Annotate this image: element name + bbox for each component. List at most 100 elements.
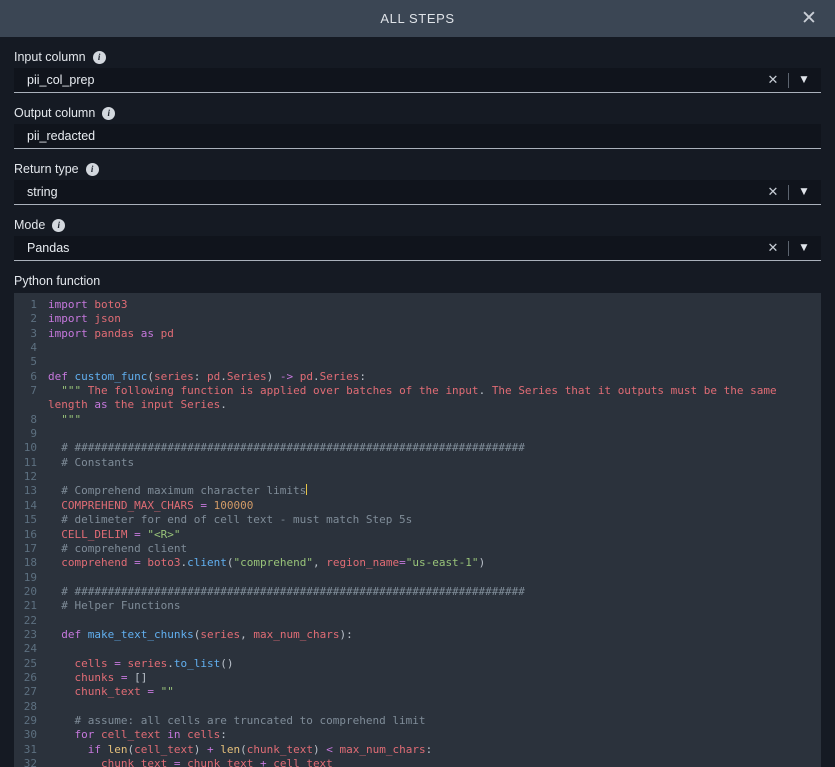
code-text[interactable]: import boto3 [48,298,821,312]
line-number: 15 [14,513,48,527]
chevron-down-icon[interactable]: ▼ [793,187,815,197]
line-number: 9 [14,427,48,441]
line-number: 5 [14,355,48,369]
code-text[interactable]: chunk_text = chunk_text + cell_text [48,757,821,767]
mode-field[interactable]: Pandas ✕ ▼ [14,236,821,261]
python-code-editor[interactable]: 1import boto32import json3import pandas … [14,293,821,767]
code-text[interactable]: # ######################################… [48,585,821,599]
code-line: 28 [14,700,821,714]
code-text[interactable]: def make_text_chunks(series, max_num_cha… [48,628,821,642]
return-type-label-row: Return type i [14,162,821,176]
code-text[interactable]: chunk_text = "" [48,685,821,699]
code-text[interactable]: # comprehend client [48,542,821,556]
clear-icon[interactable]: ✕ [762,185,784,200]
code-text[interactable]: comprehend = boto3.client("comprehend", … [48,556,821,570]
line-number: 24 [14,642,48,656]
info-icon[interactable]: i [52,219,65,232]
code-text[interactable]: CELL_DELIM = "<R>" [48,528,821,542]
code-line: 15 # delimeter for end of cell text - mu… [14,513,821,527]
line-number: 19 [14,571,48,585]
line-number: 1 [14,298,48,312]
modal-header: ALL STEPS ✕ [0,0,835,37]
line-number: 6 [14,370,48,384]
code-line: 26 chunks = [] [14,671,821,685]
output-column-value[interactable]: pii_redacted [14,129,821,143]
code-text[interactable]: # ######################################… [48,441,821,455]
line-number: 30 [14,728,48,742]
code-text[interactable]: # assume: all cells are truncated to com… [48,714,821,728]
line-number: 18 [14,556,48,570]
code-line: 13 # Comprehend maximum character limits [14,484,821,498]
clear-icon[interactable]: ✕ [762,73,784,88]
code-text[interactable]: # delimeter for end of cell text - must … [48,513,821,527]
code-line: 22 [14,614,821,628]
line-number: 12 [14,470,48,484]
code-text[interactable]: # Constants [48,456,821,470]
code-line: 24 [14,642,821,656]
line-number: 13 [14,484,48,498]
line-number: 4 [14,341,48,355]
code-text[interactable]: for cell_text in cells: [48,728,821,742]
line-number: 7 [14,384,48,398]
mode-label-row: Mode i [14,218,821,232]
mode-value[interactable]: Pandas [14,241,762,255]
input-column-label: Input column [14,50,86,64]
code-text[interactable]: if len(cell_text) + len(chunk_text) < ma… [48,743,821,757]
line-number: 3 [14,327,48,341]
line-number: 28 [14,700,48,714]
line-number: 10 [14,441,48,455]
input-column-field[interactable]: pii_col_prep ✕ ▼ [14,68,821,93]
code-line: 2import json [14,312,821,326]
code-line: 32 chunk_text = chunk_text + cell_text [14,757,821,767]
line-number: 29 [14,714,48,728]
code-text[interactable]: import json [48,312,821,326]
code-line: 20 # ###################################… [14,585,821,599]
input-column-value[interactable]: pii_col_prep [14,73,762,87]
line-number: 23 [14,628,48,642]
code-line: 10 # ###################################… [14,441,821,455]
return-type-actions: ✕ ▼ [762,180,821,204]
code-text[interactable]: cells = series.to_list() [48,657,821,671]
code-line: 4 [14,341,821,355]
info-icon[interactable]: i [102,107,115,120]
code-line: 25 cells = series.to_list() [14,657,821,671]
code-line: 29 # assume: all cells are truncated to … [14,714,821,728]
code-text[interactable]: chunks = [] [48,671,821,685]
code-text[interactable]: COMPREHEND_MAX_CHARS = 100000 [48,499,821,513]
chevron-down-icon[interactable]: ▼ [793,75,815,85]
close-icon[interactable]: ✕ [797,7,821,31]
divider [788,73,789,88]
code-line: 9 [14,427,821,441]
code-text[interactable]: """ [48,413,821,427]
python-function-label: Python function [14,274,821,288]
input-column-label-row: Input column i [14,50,821,64]
line-number: 26 [14,671,48,685]
line-number: 17 [14,542,48,556]
input-column-actions: ✕ ▼ [762,68,821,92]
code-line: 23 def make_text_chunks(series, max_num_… [14,628,821,642]
code-text[interactable]: def custom_func(series: pd.Series) -> pd… [48,370,821,384]
line-number: 22 [14,614,48,628]
line-number: 20 [14,585,48,599]
mode-actions: ✕ ▼ [762,236,821,260]
info-icon[interactable]: i [86,163,99,176]
line-number: 2 [14,312,48,326]
info-icon[interactable]: i [93,51,106,64]
code-text[interactable]: # Comprehend maximum character limits [48,484,821,498]
output-column-field[interactable]: pii_redacted [14,124,821,149]
output-column-label: Output column [14,106,95,120]
return-type-field[interactable]: string ✕ ▼ [14,180,821,205]
return-type-value[interactable]: string [14,185,762,199]
code-line: 27 chunk_text = "" [14,685,821,699]
code-text[interactable]: # Helper Functions [48,599,821,613]
return-type-label: Return type [14,162,79,176]
chevron-down-icon[interactable]: ▼ [793,243,815,253]
line-number: 11 [14,456,48,470]
code-line: 21 # Helper Functions [14,599,821,613]
code-line: 31 if len(cell_text) + len(chunk_text) <… [14,743,821,757]
code-text[interactable]: import pandas as pd [48,327,821,341]
code-line: 18 comprehend = boto3.client("comprehend… [14,556,821,570]
modal-body: Input column i pii_col_prep ✕ ▼ Output c… [0,37,835,767]
code-text[interactable]: """ The following function is applied ov… [48,384,821,413]
clear-icon[interactable]: ✕ [762,241,784,256]
